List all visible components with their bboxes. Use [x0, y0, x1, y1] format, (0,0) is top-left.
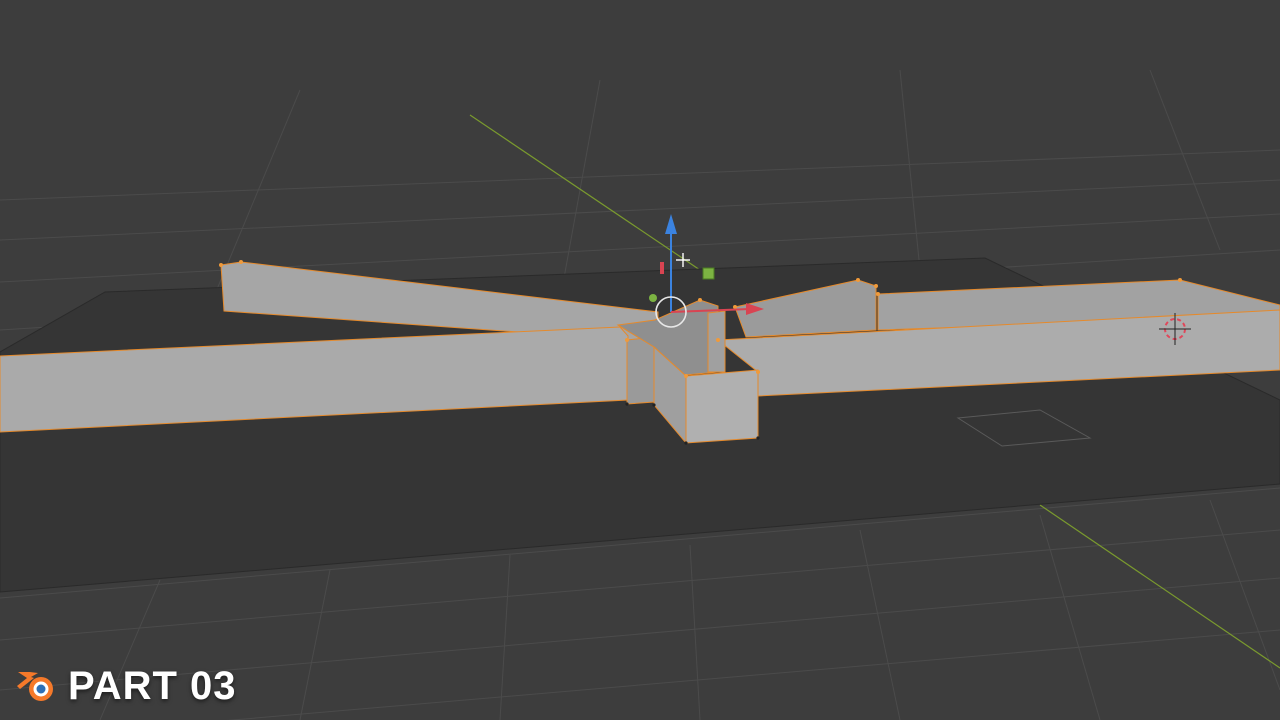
blender-logo-icon: [17, 672, 53, 701]
wall-center-left-pillar[interactable]: [626, 336, 655, 405]
y-axis-line: [469, 114, 701, 271]
y-axis-line-front: [1039, 504, 1280, 669]
part-number-label: PART 03: [68, 664, 237, 708]
viewport-scene[interactable]: [0, 0, 1280, 720]
move-gizmo-z-arrow-icon[interactable]: [665, 214, 677, 234]
move-gizmo-plane-handle-icon[interactable]: [702, 267, 715, 280]
part-watermark: PART 03: [16, 664, 237, 708]
3d-viewport[interactable]: PART 03: [0, 0, 1280, 720]
wall-center-front[interactable]: [685, 369, 759, 444]
wall-center-inner[interactable]: [707, 310, 726, 373]
